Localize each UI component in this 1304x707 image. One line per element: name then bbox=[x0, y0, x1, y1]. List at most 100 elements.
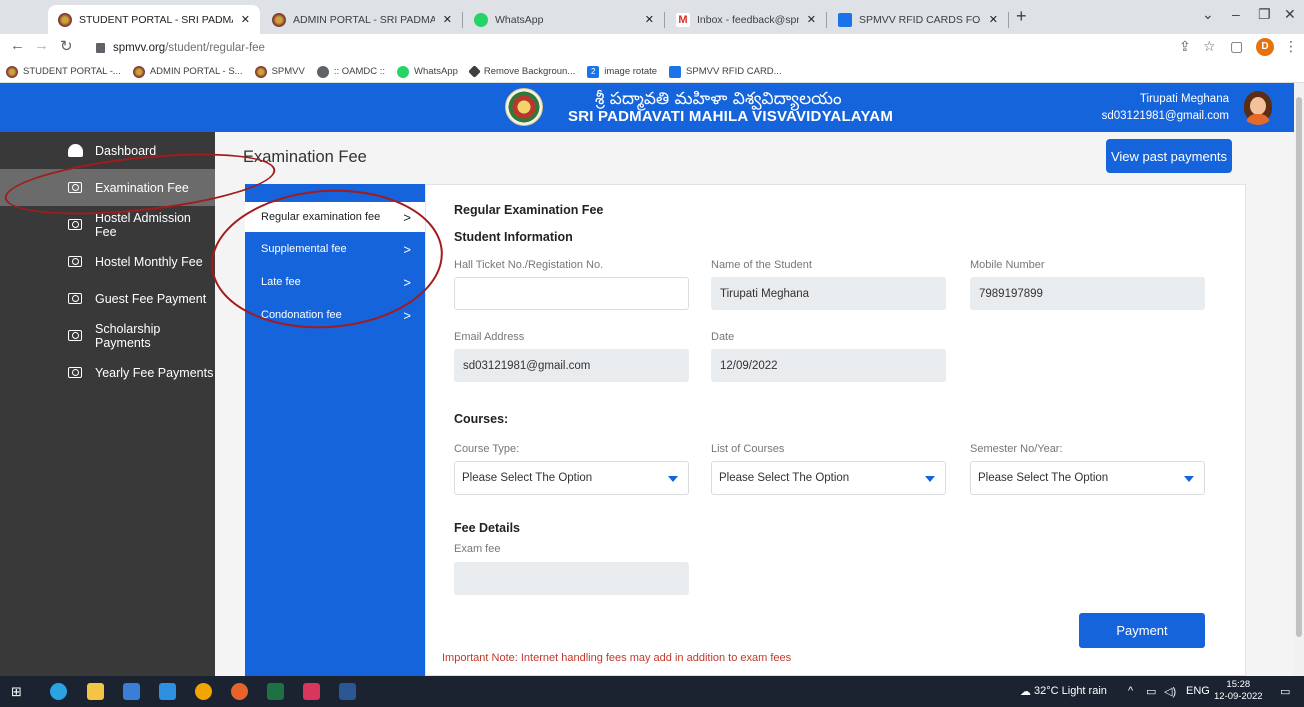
share-icon[interactable]: ⇪ bbox=[1179, 38, 1191, 55]
university-seal-icon bbox=[272, 12, 286, 27]
important-note: Important Note: Internet handling fees m… bbox=[442, 652, 792, 664]
browser-tab[interactable]: SPMVV RFID CARDS FOR STAFF - ✕ bbox=[828, 5, 1008, 34]
new-tab-icon[interactable]: + bbox=[1016, 6, 1027, 27]
page-scrollbar[interactable] bbox=[1294, 83, 1304, 676]
remove-bg-icon bbox=[468, 65, 481, 78]
clock-time: 15:28 bbox=[1226, 679, 1251, 690]
close-tab-icon[interactable]: ✕ bbox=[807, 13, 816, 26]
sidebar-item-yearly-fee-payments[interactable]: Yearly Fee Payments bbox=[0, 354, 215, 391]
language-indicator[interactable]: ENG bbox=[1186, 685, 1210, 697]
network-icon[interactable]: ▭ bbox=[1146, 685, 1156, 698]
money-icon bbox=[68, 330, 82, 341]
exam-fee-label: Exam fee bbox=[454, 543, 501, 555]
windows-start-icon[interactable]: ⊞ bbox=[11, 684, 28, 701]
money-icon bbox=[68, 367, 82, 378]
browser-tab[interactable]: M Inbox - feedback@spmvv.ac.in - ✕ bbox=[666, 5, 826, 34]
money-icon bbox=[68, 293, 82, 304]
exam-fee-field bbox=[454, 562, 689, 595]
anydesk-icon[interactable] bbox=[303, 683, 320, 700]
close-tab-icon[interactable]: ✕ bbox=[241, 13, 250, 26]
view-past-payments-button[interactable]: View past payments bbox=[1106, 139, 1232, 173]
side-panel-icon[interactable]: ▢ bbox=[1230, 38, 1243, 55]
maximize-icon[interactable]: ❐ bbox=[1258, 6, 1271, 23]
sidebar-item-examination-fee[interactable]: Examination Fee bbox=[0, 169, 215, 206]
subnav-item-condonation-fee[interactable]: Condonation fee > bbox=[245, 300, 425, 330]
university-seal-icon bbox=[58, 12, 72, 27]
avatar-body bbox=[1246, 114, 1270, 125]
bookmark-star-icon[interactable]: ☆ bbox=[1203, 38, 1216, 55]
reload-icon[interactable]: ↻ bbox=[60, 37, 73, 55]
address-bar[interactable]: spmvv.org/student/regular-fee bbox=[96, 36, 1176, 59]
profile-avatar[interactable]: D bbox=[1256, 38, 1274, 56]
courses-heading: Courses: bbox=[454, 412, 509, 426]
money-icon bbox=[68, 182, 82, 193]
bookmark-item[interactable]: Remove Backgroun... bbox=[468, 65, 575, 78]
sidebar-item-label: Hostel Monthly Fee bbox=[95, 254, 203, 269]
subnav-item-late-fee[interactable]: Late fee > bbox=[245, 267, 425, 297]
sidebar-item-hostel-admission-fee[interactable]: Hostel Admission Fee bbox=[0, 206, 215, 243]
edge-icon[interactable] bbox=[50, 683, 67, 700]
bookmark-item[interactable]: ADMIN PORTAL - S... bbox=[132, 65, 243, 78]
back-icon[interactable]: ← bbox=[10, 37, 25, 54]
file-explorer-icon[interactable] bbox=[87, 683, 104, 700]
browser-tab[interactable]: ADMIN PORTAL - SRI PADMAVAT ✕ bbox=[262, 5, 462, 34]
firefox-icon[interactable] bbox=[231, 683, 248, 700]
volume-icon[interactable]: ◁) bbox=[1164, 685, 1176, 698]
sidebar-item-dashboard[interactable]: Dashboard bbox=[0, 132, 215, 169]
caret-down-icon bbox=[925, 476, 935, 482]
semester-select[interactable]: Please Select The Option bbox=[970, 461, 1205, 495]
forward-icon[interactable]: → bbox=[34, 37, 49, 54]
student-info-heading: Student Information bbox=[454, 230, 573, 244]
bookmark-label: image rotate bbox=[604, 66, 658, 77]
sidebar-item-scholarship-payments[interactable]: Scholarship Payments bbox=[0, 317, 215, 354]
user-avatar[interactable] bbox=[1240, 89, 1276, 125]
caret-down-icon bbox=[1184, 476, 1194, 482]
course-list-select[interactable]: Please Select The Option bbox=[711, 461, 946, 495]
tab-title: WhatsApp bbox=[495, 13, 544, 26]
weather-status[interactable]: 32°C Light rain bbox=[1034, 685, 1107, 697]
university-seal-icon bbox=[254, 65, 267, 78]
tab-search-icon[interactable]: ⌄ bbox=[1202, 6, 1214, 23]
tab-divider bbox=[664, 12, 665, 28]
bookmark-item[interactable]: WhatsApp bbox=[397, 65, 458, 78]
hall-ticket-input[interactable] bbox=[454, 277, 689, 310]
sidebar-item-guest-fee-payment[interactable]: Guest Fee Payment bbox=[0, 280, 215, 317]
notifications-icon[interactable]: ▭ bbox=[1280, 685, 1290, 698]
fee-form-panel: Regular Examination Fee Student Informat… bbox=[425, 184, 1246, 676]
browser-toolbar: ← → ↻ spmvv.org/student/regular-fee ⇪ ☆ … bbox=[0, 34, 1304, 61]
bookmark-item[interactable]: :: OAMDC :: bbox=[316, 65, 386, 78]
browser-tab[interactable]: WhatsApp ✕ bbox=[464, 5, 664, 34]
weather-icon[interactable]: ☁ bbox=[1020, 685, 1031, 698]
system-clock[interactable]: 15:28 12-09-2022 bbox=[1214, 679, 1263, 703]
mail-icon[interactable] bbox=[159, 683, 176, 700]
tray-overflow-icon[interactable]: ^ bbox=[1128, 685, 1133, 697]
excel-icon[interactable] bbox=[267, 683, 284, 700]
subnav-item-regular-examination-fee[interactable]: Regular examination fee > bbox=[245, 202, 425, 232]
close-tab-icon[interactable]: ✕ bbox=[443, 13, 452, 26]
bookmark-label: STUDENT PORTAL -... bbox=[23, 66, 121, 77]
bookmark-label: :: OAMDC :: bbox=[333, 66, 386, 77]
close-tab-icon[interactable]: ✕ bbox=[645, 13, 654, 26]
subnav-item-label: Regular examination fee bbox=[261, 211, 381, 223]
word-icon[interactable] bbox=[339, 683, 356, 700]
tab-divider bbox=[826, 12, 827, 28]
menu-dots-icon[interactable]: ⋮ bbox=[1284, 38, 1298, 55]
bookmark-item[interactable]: SPMVV bbox=[254, 65, 305, 78]
course-type-select[interactable]: Please Select The Option bbox=[454, 461, 689, 495]
close-window-icon[interactable]: ✕ bbox=[1284, 6, 1296, 23]
bookmark-item[interactable]: SPMVV RFID CARD... bbox=[669, 65, 782, 78]
bookmark-item[interactable]: STUDENT PORTAL -... bbox=[6, 65, 121, 78]
sheets-icon bbox=[838, 12, 852, 27]
close-tab-icon[interactable]: ✕ bbox=[989, 13, 998, 26]
subnav-item-supplemental-fee[interactable]: Supplemental fee > bbox=[245, 234, 425, 264]
payment-button[interactable]: Payment bbox=[1079, 613, 1205, 648]
scrollbar-thumb[interactable] bbox=[1296, 97, 1302, 637]
chrome-icon[interactable] bbox=[195, 683, 212, 700]
minimize-icon[interactable]: – bbox=[1232, 6, 1240, 22]
store-icon[interactable] bbox=[123, 683, 140, 700]
sidebar-item-hostel-monthly-fee[interactable]: Hostel Monthly Fee bbox=[0, 243, 215, 280]
select-value: Please Select The Option bbox=[978, 472, 1109, 484]
browser-tab[interactable]: STUDENT PORTAL - SRI PADMAV ✕ bbox=[48, 5, 260, 34]
image-rotate-icon: 2 bbox=[587, 65, 600, 78]
bookmark-item[interactable]: 2 image rotate bbox=[587, 65, 658, 78]
